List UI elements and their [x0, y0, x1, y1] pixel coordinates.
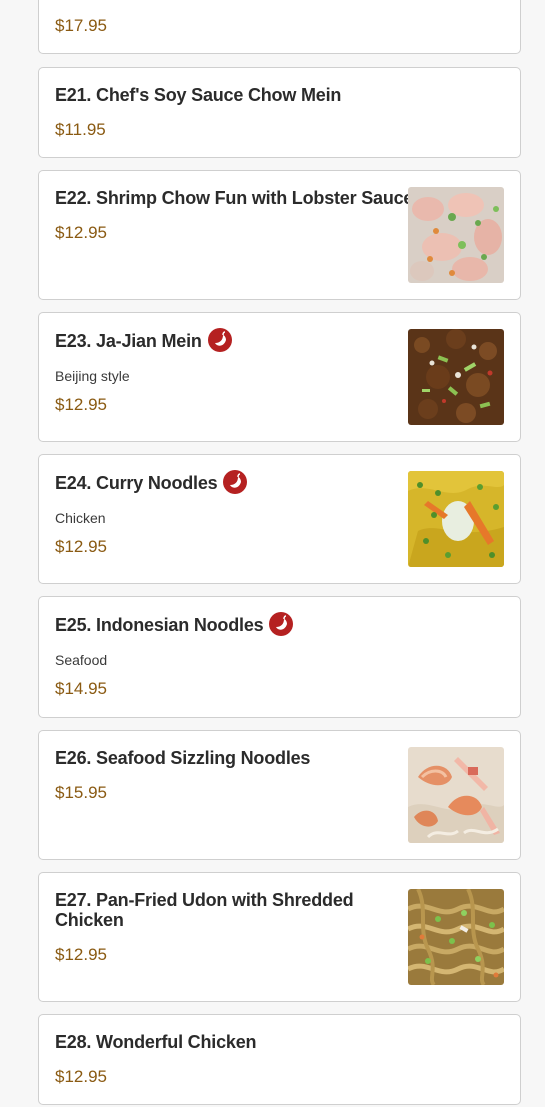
menu-item-card[interactable]: E27. Pan-Fried Udon with Shredded Chicke… [38, 872, 521, 1002]
item-price: $12.95 [55, 1067, 107, 1086]
item-photo [408, 889, 504, 985]
menu-item-card[interactable]: E26. Seafood Sizzling Noodles $15.95 [38, 730, 521, 860]
chili-pepper-icon [207, 328, 232, 352]
menu-item-card[interactable]: E22. Shrimp Chow Fun with Lobster Sauce … [38, 170, 521, 300]
item-description: Chicken [55, 510, 106, 526]
item-price: $12.95 [55, 537, 107, 556]
item-photo [408, 187, 504, 283]
item-price: $12.95 [55, 945, 107, 964]
item-name-text: E24. Curry Noodles [55, 472, 218, 493]
item-photo [408, 471, 504, 567]
item-price: $14.95 [55, 679, 107, 698]
menu-item-card[interactable]: E21. Chef's Soy Sauce Chow Mein $11.95 [38, 67, 521, 158]
item-price: $15.95 [55, 783, 107, 802]
item-photo [408, 747, 504, 843]
item-name: E27. Pan-Fried Udon with Shredded Chicke… [55, 890, 354, 930]
item-description: Beijing style [55, 368, 130, 384]
item-name: E25. Indonesian Noodles [55, 612, 294, 638]
menu-item-card[interactable]: E28. Wonderful Chicken $12.95 [38, 1014, 521, 1105]
chili-pepper-icon [223, 470, 248, 494]
item-name: E26. Seafood Sizzling Noodles [55, 748, 311, 768]
chili-pepper-icon [269, 612, 294, 636]
item-name: E22. Shrimp Chow Fun with Lobster Sauce [55, 188, 414, 208]
item-price: $12.95 [55, 223, 107, 242]
item-name: E24. Curry Noodles [55, 470, 248, 496]
item-name-text: E23. Ja-Jian Mein [55, 330, 202, 351]
menu-item-card[interactable]: E23. Ja-Jian Mein Beijing style $12.95 [38, 312, 521, 442]
item-name-text: E25. Indonesian Noodles [55, 614, 264, 635]
item-name: E21. Chef's Soy Sauce Chow Mein [55, 85, 342, 105]
item-description: Seafood [55, 652, 108, 668]
item-price: $11.95 [55, 120, 106, 139]
menu-item-card[interactable]: $17.95 [38, 0, 521, 54]
item-price: $12.95 [55, 395, 107, 414]
menu-item-card[interactable]: E24. Curry Noodles Chicken $12.95 [38, 454, 521, 584]
item-price: $17.95 [55, 16, 107, 35]
item-photo [408, 329, 504, 425]
item-name: E23. Ja-Jian Mein [55, 328, 232, 354]
menu-item-card[interactable]: E25. Indonesian Noodles Seafood $14.95 [38, 596, 521, 718]
item-name: E28. Wonderful Chicken [55, 1032, 257, 1052]
